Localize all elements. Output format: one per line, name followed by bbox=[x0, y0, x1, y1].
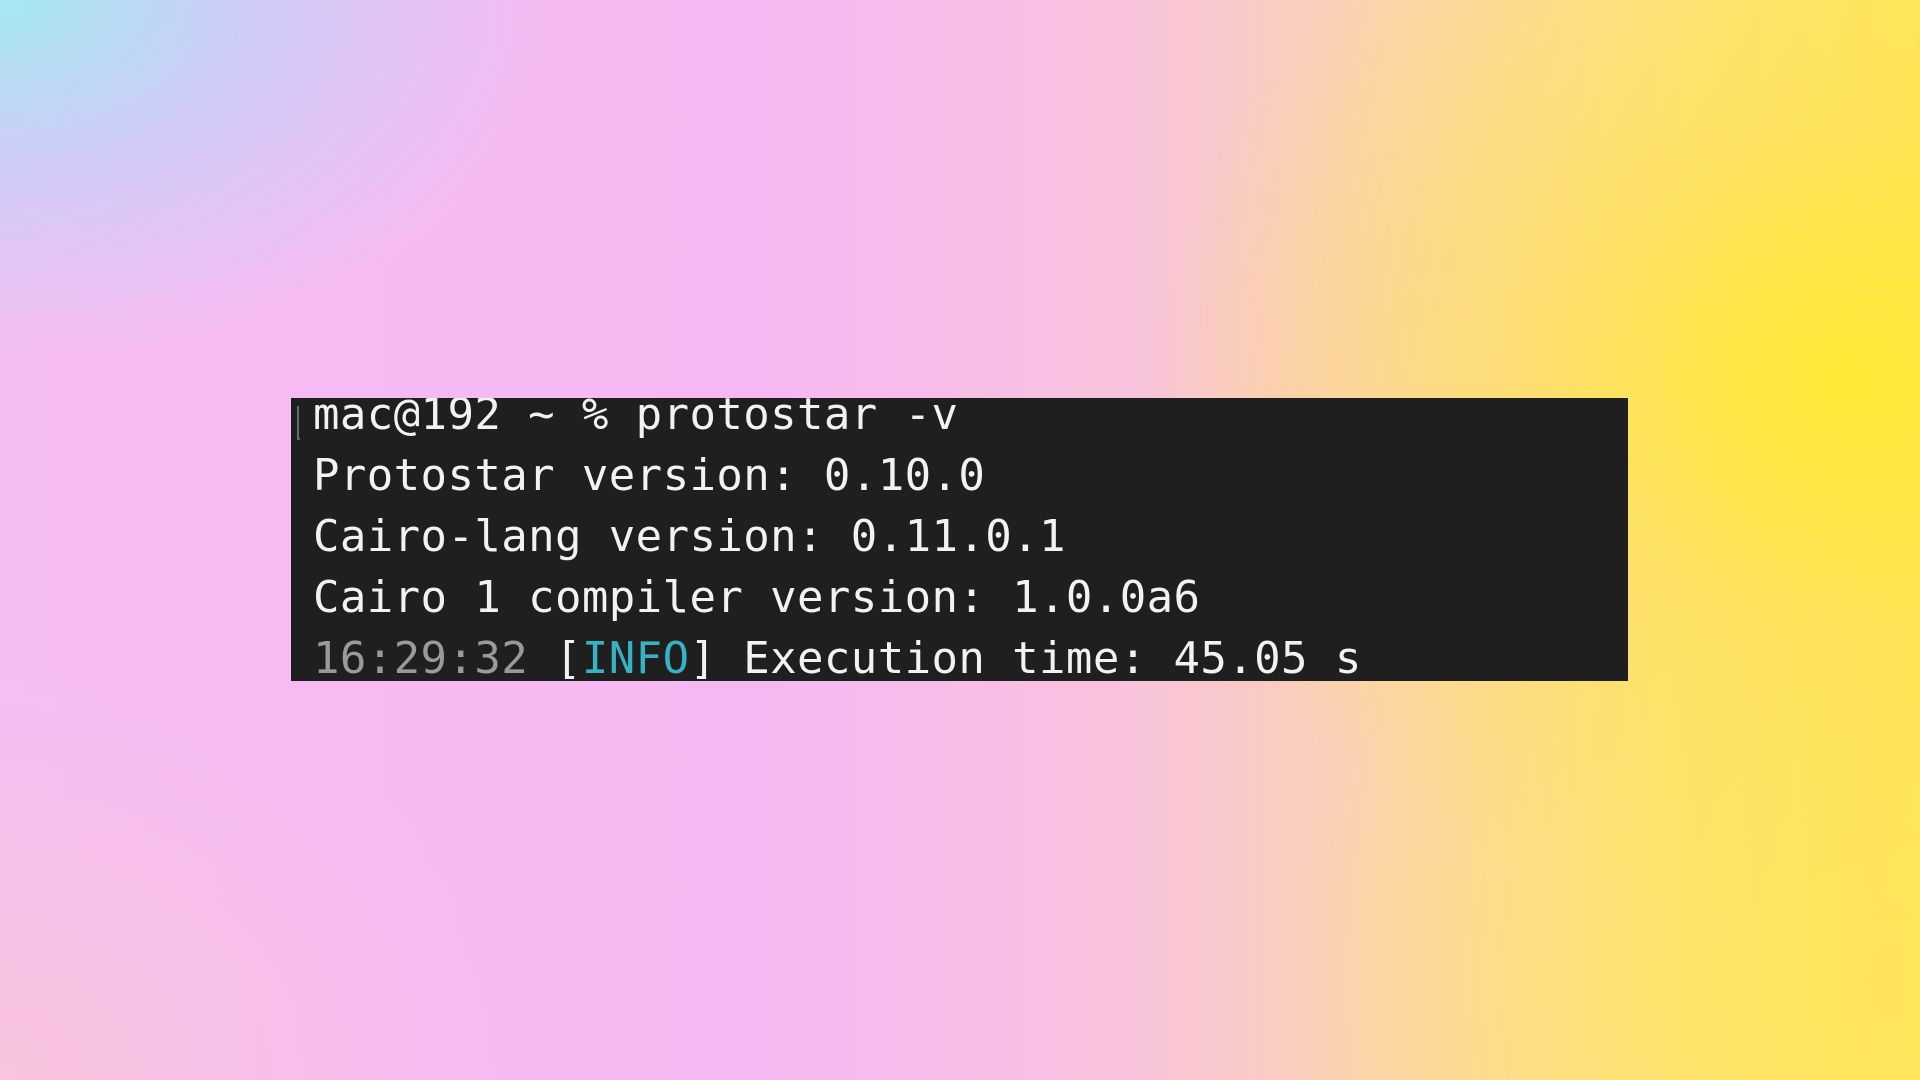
log-bracket: [ bbox=[528, 633, 582, 681]
terminal-output-line: Cairo 1 compiler version: 1.0.0a6 bbox=[313, 572, 1201, 623]
terminal-output-line: Cairo-lang version: 0.11.0.1 bbox=[313, 511, 1066, 562]
terminal-output-line: Protostar version: 0.10.0 bbox=[313, 450, 986, 501]
log-timestamp: 16:29:32 bbox=[313, 633, 529, 681]
terminal-log-line: 16:29:32 [INFO] Execution time: 45.05 s bbox=[313, 628, 1362, 681]
log-message: ] Execution time: 45.05 s bbox=[689, 633, 1362, 681]
terminal-command-line: mac@192 ~ % protostar -v bbox=[313, 398, 959, 440]
selection-marker bbox=[297, 406, 300, 440]
log-level: INFO bbox=[581, 633, 690, 681]
terminal-window[interactable]: mac@192 ~ % protostar -v Protostar versi… bbox=[291, 398, 1628, 681]
